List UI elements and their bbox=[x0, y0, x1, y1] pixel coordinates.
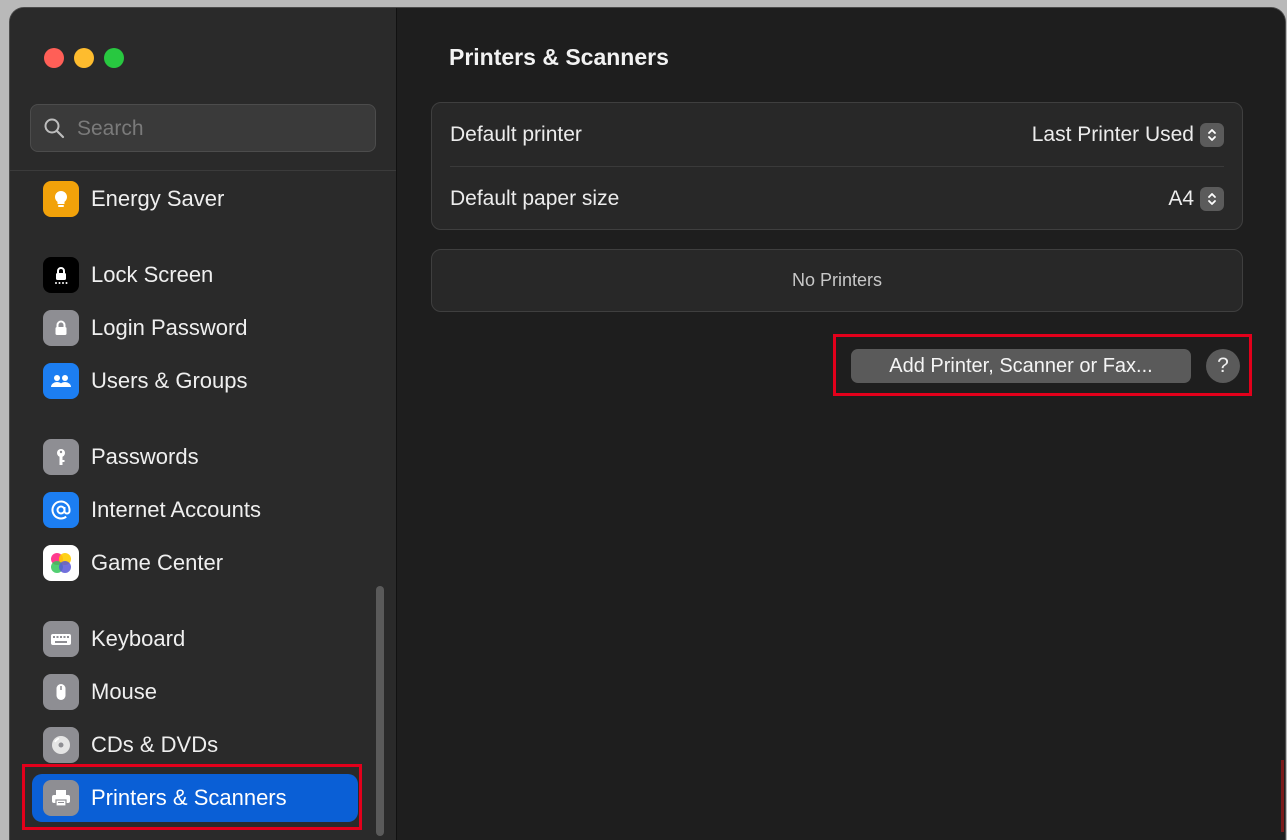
printer-icon bbox=[43, 780, 79, 816]
mouse-icon bbox=[43, 674, 79, 710]
keyboard-icon bbox=[43, 621, 79, 657]
sidebar-item-label: Lock Screen bbox=[91, 262, 214, 287]
sidebar-item-printers-scanners[interactable]: Printers & Scanners bbox=[32, 774, 358, 822]
printer-list-empty: No Printers bbox=[431, 249, 1243, 312]
sidebar-item-login-password[interactable]: Login Password bbox=[32, 304, 362, 352]
sidebar-item-energy-saver[interactable]: Energy Saver bbox=[32, 175, 362, 223]
default-paper-size-value: A4 bbox=[1168, 186, 1194, 210]
settings-window: Energy Saver Lock Screen Login Password … bbox=[10, 8, 1285, 840]
lock-screen-icon bbox=[43, 257, 79, 293]
sidebar-item-passwords[interactable]: Passwords bbox=[32, 433, 362, 481]
sidebar-item-label: Keyboard bbox=[91, 626, 186, 651]
main-pane: Printers & Scanners Default printer Last… bbox=[397, 8, 1285, 840]
default-printer-popup[interactable]: Last Printer Used bbox=[1031, 122, 1224, 147]
sidebar-item-label: Game Center bbox=[91, 550, 224, 575]
default-paper-size-label: Default paper size bbox=[450, 186, 620, 210]
sidebar-item-label: Printers & Scanners bbox=[91, 785, 287, 810]
search-icon bbox=[44, 118, 65, 139]
zoom-button[interactable] bbox=[104, 48, 124, 68]
key-icon bbox=[43, 439, 79, 475]
close-button[interactable] bbox=[44, 48, 64, 68]
sidebar-item-keyboard[interactable]: Keyboard bbox=[32, 615, 362, 663]
help-button[interactable]: ? bbox=[1206, 349, 1240, 383]
minimize-button[interactable] bbox=[74, 48, 94, 68]
printer-settings-card: Default printer Last Printer Used Defaul… bbox=[431, 102, 1243, 230]
window-controls bbox=[44, 48, 124, 68]
sidebar-item-lock-screen[interactable]: Lock Screen bbox=[32, 251, 362, 299]
sidebar-item-cds-dvds[interactable]: CDs & DVDs bbox=[32, 721, 362, 769]
sidebar-item-users-groups[interactable]: Users & Groups bbox=[32, 357, 362, 405]
sidebar-item-label: Passwords bbox=[91, 444, 199, 469]
default-printer-row: Default printer Last Printer Used bbox=[450, 103, 1224, 166]
users-icon bbox=[43, 363, 79, 399]
default-printer-value: Last Printer Used bbox=[1031, 122, 1194, 146]
sidebar-item-label: CDs & DVDs bbox=[91, 732, 219, 757]
default-paper-size-row: Default paper size A4 bbox=[450, 167, 1224, 230]
sidebar-item-game-center[interactable]: Game Center bbox=[32, 539, 362, 587]
disc-icon bbox=[43, 727, 79, 763]
page-title: Printers & Scanners bbox=[449, 44, 669, 70]
sidebar-divider bbox=[10, 170, 396, 171]
sidebar-item-label: Energy Saver bbox=[91, 186, 225, 211]
padlock-icon bbox=[43, 310, 79, 346]
search-input[interactable] bbox=[75, 105, 369, 153]
lightbulb-icon bbox=[43, 181, 79, 217]
search-field[interactable] bbox=[30, 104, 376, 153]
chevron-updown-icon bbox=[1200, 186, 1224, 211]
edge-accent bbox=[1281, 760, 1284, 832]
at-sign-icon bbox=[43, 492, 79, 528]
add-printer-button[interactable]: Add Printer, Scanner or Fax... bbox=[851, 349, 1191, 383]
sidebar-item-internet-accounts[interactable]: Internet Accounts bbox=[32, 486, 362, 534]
sidebar-item-label: Mouse bbox=[91, 679, 158, 704]
sidebar: Energy Saver Lock Screen Login Password … bbox=[10, 8, 397, 840]
default-paper-size-popup[interactable]: A4 bbox=[1168, 186, 1224, 211]
sidebar-item-label: Internet Accounts bbox=[91, 497, 261, 522]
sidebar-item-mouse[interactable]: Mouse bbox=[32, 668, 362, 716]
game-center-icon bbox=[43, 545, 79, 581]
chevron-updown-icon bbox=[1200, 122, 1224, 147]
sidebar-scrollbar[interactable] bbox=[376, 586, 384, 836]
sidebar-item-label: Users & Groups bbox=[91, 368, 248, 393]
default-printer-label: Default printer bbox=[450, 122, 582, 146]
sidebar-item-label: Login Password bbox=[91, 315, 248, 340]
